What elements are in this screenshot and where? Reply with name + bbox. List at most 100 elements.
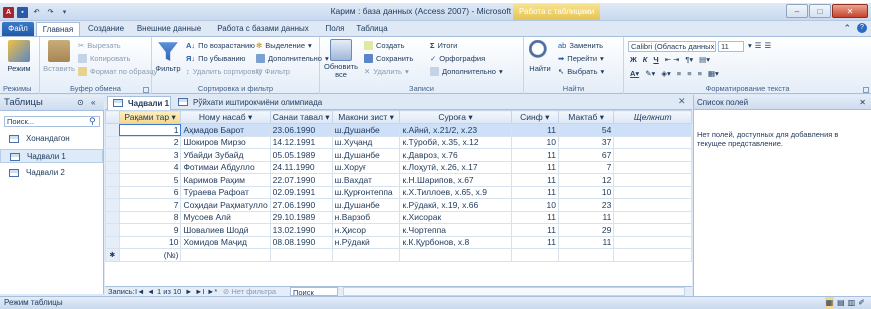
grid-cell[interactable]: 13.02.1990: [269, 223, 333, 237]
new-row-id-cell[interactable]: (№): [118, 248, 182, 262]
grid-cell[interactable]: ш.Хоруғ: [331, 160, 401, 174]
indent-icon[interactable]: ⇤ ⇥: [665, 55, 680, 64]
grid-cell[interactable]: 12: [557, 173, 615, 187]
font-size-combo[interactable]: 11: [718, 41, 744, 52]
table-row[interactable]: 9 Шовалиев Шодӣ 13.02.1990 н.Ҳисор к.Чортепп…: [105, 223, 692, 237]
add-field-cell[interactable]: [613, 160, 692, 174]
design-view-icon[interactable]: ✐: [858, 297, 865, 309]
grid-cell[interactable]: ш.Душанбе: [331, 148, 401, 162]
filter-status[interactable]: ⊘ Нет фильтра: [223, 287, 276, 296]
table-row[interactable]: 6 Тӯраева Рафоат 02.09.1991 ш.Қурғонтеппа к.…: [105, 185, 692, 199]
grid-cell[interactable]: 10: [510, 198, 559, 212]
column-header[interactable]: Мактаб ▾: [557, 110, 615, 124]
doc-tab[interactable]: Рўйхати иштирокчиёни олимпиада: [173, 96, 323, 110]
filter-button[interactable]: Фильтр: [154, 40, 182, 73]
cut-button[interactable]: ✂ Вырезать: [78, 41, 121, 50]
grid-cell[interactable]: 29.10.1989: [269, 210, 333, 224]
grid-cell[interactable]: ш.Душанбе: [331, 123, 401, 137]
text-format-launcher[interactable]: [863, 87, 869, 93]
grid-cell[interactable]: 7: [118, 198, 182, 212]
tab-external-data[interactable]: Внешние данные: [132, 22, 206, 36]
table-row[interactable]: 5 Каримов Раҳим 22.07.1990 ш.Вахдат к.Н.Шари…: [105, 173, 692, 187]
grid-cell[interactable]: н.Рӯдакӣ: [331, 235, 401, 249]
nav-item-table[interactable]: Чадвали 1: [0, 149, 103, 163]
grid-cell[interactable]: [269, 248, 333, 262]
grid-cell[interactable]: ш.Душанбе: [331, 198, 401, 212]
row-selector[interactable]: [105, 185, 120, 199]
nav-item-table[interactable]: Чадвали 2: [0, 166, 103, 180]
sort-descending-button[interactable]: Я↓ По убыванию: [186, 54, 245, 63]
refresh-all-button[interactable]: Обновить все: [324, 39, 358, 79]
new-blank-record-button[interactable]: ►*: [207, 287, 217, 296]
advanced-filter-button[interactable]: Дополнительно ▾: [256, 54, 329, 63]
last-record-button[interactable]: ►I: [195, 287, 205, 296]
tab-fields[interactable]: Поля: [320, 22, 350, 36]
select-all-corner[interactable]: [105, 110, 120, 124]
tab-home[interactable]: Главная: [36, 22, 80, 36]
grid-cell[interactable]: [613, 248, 692, 262]
new-row-selector[interactable]: ✱: [105, 248, 120, 262]
help-icon[interactable]: ?: [857, 23, 867, 33]
grid-cell[interactable]: 10: [510, 135, 559, 149]
add-field-cell[interactable]: [613, 123, 692, 137]
close-button[interactable]: ✕: [832, 4, 868, 18]
grid-cell[interactable]: к.Рӯдакӣ, х.19, х.66: [399, 198, 512, 212]
selection-button[interactable]: ✻ Выделение ▾: [256, 41, 312, 50]
save-record-button[interactable]: Сохранить: [364, 54, 413, 63]
grid-cell[interactable]: 11: [510, 148, 559, 162]
grid-cell[interactable]: 11: [510, 173, 559, 187]
close-document-icon[interactable]: ✕: [678, 96, 686, 107]
add-field-cell[interactable]: [613, 210, 692, 224]
nav-pane-header[interactable]: Таблицы ⊙ «: [0, 95, 104, 111]
bold-button[interactable]: Ж: [630, 55, 637, 64]
grid-cell[interactable]: к.Хисорак: [399, 210, 512, 224]
grid-cell[interactable]: 11: [510, 223, 559, 237]
grid-cell[interactable]: 8: [118, 210, 182, 224]
grid-cell[interactable]: Мусоев Алӣ: [180, 210, 271, 224]
add-field-cell[interactable]: [613, 185, 692, 199]
add-field-cell[interactable]: [613, 135, 692, 149]
row-selector[interactable]: [105, 148, 120, 162]
grid-cell[interactable]: 22.07.1990: [269, 173, 333, 187]
grid-cell[interactable]: ш.Хуҷанд: [331, 135, 401, 149]
grid-cell[interactable]: к.Айнӣ, х.21/2, х.23: [399, 123, 512, 137]
grid-cell[interactable]: 02.09.1991: [269, 185, 333, 199]
pivottable-view-icon[interactable]: ▤: [837, 297, 845, 309]
column-header[interactable]: Макони зист ▾: [331, 110, 401, 124]
highlight-icon[interactable]: ✎▾: [645, 69, 655, 78]
grid-cell[interactable]: 24.11.1990: [269, 160, 333, 174]
grid-cell[interactable]: 27.06.1990: [269, 198, 333, 212]
minimize-ribbon-icon[interactable]: ⌃: [843, 23, 851, 34]
grid-cell[interactable]: Убайди Зубайд: [180, 148, 271, 162]
gridlines-menu-icon[interactable]: ▤▾: [699, 55, 710, 64]
first-record-button[interactable]: I◄: [135, 287, 145, 296]
record-search-input[interactable]: Поиск: [290, 287, 338, 297]
grid-cell[interactable]: 9: [118, 223, 182, 237]
grid-cell[interactable]: Соҳидаи Раҳматулло: [180, 198, 271, 212]
grid-cell[interactable]: [510, 248, 559, 262]
grid-cell[interactable]: Тӯраева Рафоат: [180, 185, 271, 199]
maximize-button[interactable]: □: [809, 4, 831, 18]
grid-cell[interactable]: 7: [557, 160, 615, 174]
new-record-row[interactable]: ✱ (№): [105, 248, 692, 262]
grid-cell[interactable]: 11: [510, 160, 559, 174]
grid-cell[interactable]: 23: [557, 198, 615, 212]
row-selector[interactable]: [105, 173, 120, 187]
grid-cell[interactable]: 11: [510, 185, 559, 199]
grid-cell[interactable]: 11: [557, 210, 615, 224]
add-field-cell[interactable]: [613, 198, 692, 212]
grid-cell[interactable]: 4: [118, 160, 182, 174]
new-record-button[interactable]: Создать: [364, 41, 405, 50]
grid-cell[interactable]: 10: [557, 185, 615, 199]
fill-color-icon[interactable]: ◈▾: [661, 69, 671, 78]
grid-cell[interactable]: Каримов Раҳим: [180, 173, 271, 187]
close-icon[interactable]: ✕: [859, 95, 866, 110]
grid-cell[interactable]: 67: [557, 148, 615, 162]
grid-cell[interactable]: к.Н.Шарипов, х.67: [399, 173, 512, 187]
grid-cell[interactable]: 05.05.1989: [269, 148, 333, 162]
spelling-button[interactable]: ✓ Орфография: [430, 54, 485, 63]
pivotchart-view-icon[interactable]: ▥: [848, 297, 856, 309]
column-header[interactable]: Синф ▾: [510, 110, 559, 124]
grid-cell[interactable]: Фотимаи Абдулло: [180, 160, 271, 174]
row-selector[interactable]: [105, 223, 120, 237]
